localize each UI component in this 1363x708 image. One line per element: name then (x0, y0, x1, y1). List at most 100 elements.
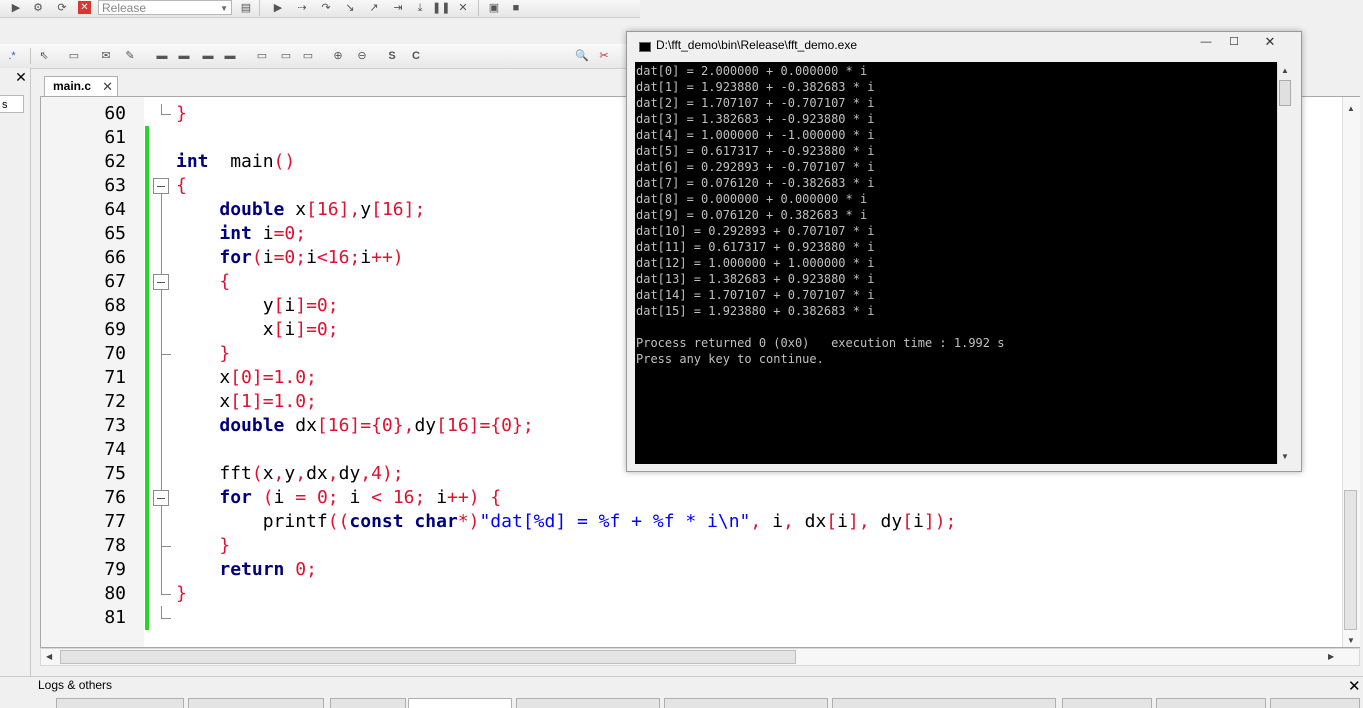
next-line-icon[interactable]: ↷ (318, 1, 334, 15)
rebuild-icon[interactable]: ⟳ (54, 1, 70, 15)
log-tab[interactable] (1270, 698, 1360, 708)
log-tab[interactable] (330, 698, 406, 708)
code-line[interactable]: for (i = 0; i < 16; i++) { (176, 486, 501, 510)
build-target-select[interactable]: Release ▼ (98, 0, 232, 15)
log-tab[interactable] (408, 698, 512, 708)
code-line[interactable]: { (176, 270, 230, 294)
scroll-down-icon[interactable]: ▼ (1281, 452, 1289, 461)
zoom-in-icon[interactable]: ⊕ (330, 49, 346, 63)
code-line[interactable]: int main() (176, 150, 295, 174)
build-icon[interactable]: ▶ (8, 1, 24, 15)
search-icon[interactable]: 🔍 (574, 49, 590, 63)
block-b-icon[interactable]: ▬ (176, 49, 192, 63)
fold-toggle-icon[interactable] (153, 274, 169, 290)
code-line[interactable]: double x[16],y[16]; (176, 198, 425, 222)
frame-c-icon[interactable]: ▭ (300, 49, 316, 63)
code-line[interactable]: printf((const char*)"dat[%d] = %f + %f *… (176, 510, 957, 534)
fold-toggle-icon[interactable] (153, 490, 169, 506)
code-line[interactable]: } (176, 342, 230, 366)
log-tab[interactable] (56, 698, 184, 708)
console-scroll-thumb[interactable] (1279, 80, 1291, 106)
frame-a-icon[interactable]: ▭ (254, 49, 270, 63)
code-line[interactable]: double dx[16]={0},dy[16]={0}; (176, 414, 533, 438)
target-options-icon[interactable]: ▤ (238, 1, 254, 15)
code-line[interactable]: x[i]=0; (176, 318, 339, 342)
tab-main-c[interactable]: main.c ✕ (44, 76, 118, 96)
step-into-icon[interactable]: ↘ (342, 1, 358, 15)
code-line[interactable]: fft(x,y,dx,dy,4); (176, 462, 403, 486)
close-icon[interactable]: ✕ (14, 70, 28, 84)
rect-icon[interactable]: ▭ (66, 49, 82, 63)
log-tab[interactable] (188, 698, 324, 708)
log-tab[interactable] (1156, 698, 1266, 708)
code-token: ++) (371, 247, 404, 268)
line-number: 64 (104, 199, 126, 220)
code-line[interactable]: } (176, 534, 230, 558)
console-scrollbar[interactable] (1277, 62, 1294, 464)
regex-icon[interactable]: .* (4, 49, 20, 63)
code-line[interactable]: int i=0; (176, 222, 306, 246)
maximize-icon[interactable]: ☐ (1222, 35, 1246, 49)
line-number: 80 (104, 583, 126, 604)
log-tab[interactable] (1062, 698, 1152, 708)
block-c-icon[interactable]: ▬ (200, 49, 216, 63)
various-info-icon[interactable]: ■ (508, 1, 524, 15)
block-d-icon[interactable]: ▬ (222, 49, 238, 63)
scroll-down-icon[interactable]: ▼ (1347, 636, 1355, 645)
edit-icon[interactable]: ✎ (122, 49, 138, 63)
code-token: ( (262, 487, 274, 508)
log-tab[interactable] (664, 698, 828, 708)
build-run-icon[interactable]: ⚙ (30, 1, 46, 15)
symbol-c-icon[interactable]: C (408, 49, 424, 63)
code-token: dy (338, 463, 361, 484)
code-token: { (176, 175, 187, 196)
next-instruction-icon[interactable]: ⇥ (390, 1, 406, 15)
code-line[interactable]: x[0]=1.0; (176, 366, 317, 390)
symbol-s-icon[interactable]: S (384, 49, 400, 63)
debug-run-icon[interactable]: ▶ (270, 1, 286, 15)
code-line[interactable]: x[1]=1.0; (176, 390, 317, 414)
code-token: i (284, 295, 296, 316)
vertical-scroll-thumb[interactable] (1344, 490, 1357, 630)
left-panel-tab[interactable]: s (0, 95, 24, 113)
step-out-icon[interactable]: ↗ (366, 1, 382, 15)
fold-toggle-icon[interactable] (153, 178, 169, 194)
mail-icon[interactable]: ✉ (98, 49, 114, 63)
code-token: ]=0; (295, 295, 339, 316)
scroll-up-icon[interactable]: ▲ (1281, 66, 1289, 75)
code-line[interactable]: } (176, 102, 187, 126)
code-line[interactable]: { (176, 174, 187, 198)
stop-icon[interactable]: ✕ (455, 1, 471, 15)
code-line[interactable]: for(i=0;i<16;i++) (176, 246, 404, 270)
log-tab[interactable] (516, 698, 660, 708)
abort-icon[interactable]: ✕ (78, 1, 91, 14)
code-token: 16 (392, 487, 415, 508)
scroll-left-icon[interactable]: ◀ (46, 652, 52, 661)
horizontal-scroll-thumb[interactable] (60, 650, 796, 664)
minimize-icon[interactable]: — (1194, 35, 1218, 49)
step-instruction-icon[interactable]: ⤓ (412, 1, 428, 15)
tools-icon[interactable]: ✂ (596, 49, 612, 63)
code-line[interactable]: y[i]=0; (176, 294, 339, 318)
close-icon[interactable]: ✕ (102, 77, 113, 96)
debug-windows-icon[interactable]: ▣ (486, 1, 502, 15)
close-icon[interactable]: ✕ (1258, 35, 1282, 49)
close-icon[interactable]: ✕ (1348, 677, 1361, 695)
select-cursor-icon[interactable]: ⇖ (36, 49, 52, 63)
pause-icon[interactable]: ❚❚ (432, 1, 450, 15)
code-token: return (219, 559, 285, 580)
code-line[interactable]: return 0; (176, 558, 317, 582)
line-number: 72 (104, 391, 126, 412)
code-line[interactable]: } (176, 582, 187, 606)
zoom-out-icon[interactable]: ⊖ (354, 49, 370, 63)
line-number: 63 (104, 175, 126, 196)
scroll-right-icon[interactable]: ▶ (1328, 652, 1334, 661)
block-a-icon[interactable]: ▬ (154, 49, 170, 63)
code-token: ( (251, 247, 263, 268)
code-token: [16]={0}, (316, 415, 415, 436)
scroll-up-icon[interactable]: ▲ (1347, 104, 1355, 113)
log-tab[interactable] (832, 698, 1056, 708)
run-to-cursor-icon[interactable]: ⇢ (294, 1, 310, 15)
frame-b-icon[interactable]: ▭ (278, 49, 294, 63)
